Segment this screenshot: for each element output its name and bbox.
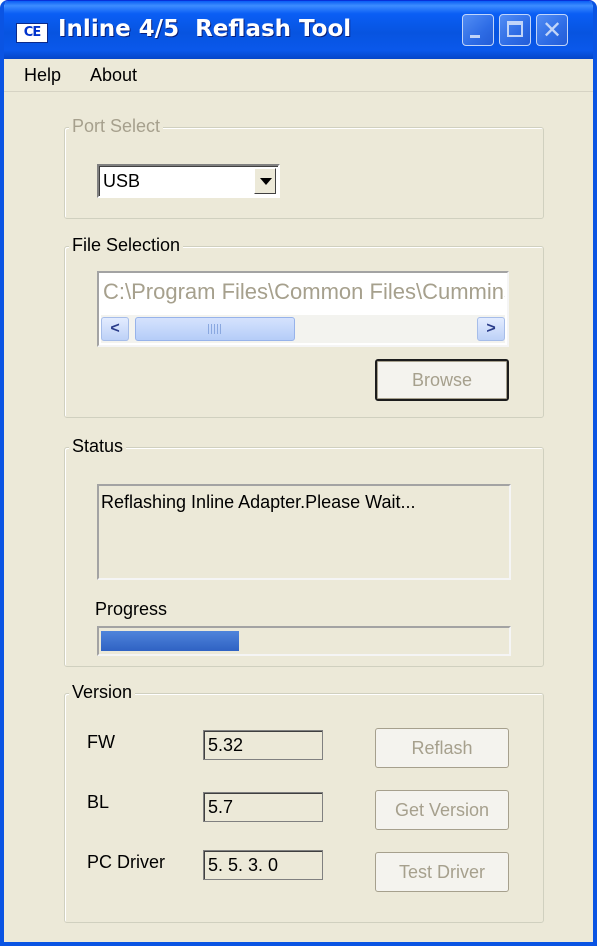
app-window: CE Inline 4/5 Reflash Tool ✕ Help About … — [0, 0, 597, 946]
menu-help[interactable]: Help — [24, 65, 61, 86]
horizontal-scrollbar[interactable]: < > — [101, 315, 505, 343]
minimize-button[interactable] — [462, 14, 494, 46]
status-message: Reflashing Inline Adapter.Please Wait... — [101, 492, 416, 512]
scroll-right-icon[interactable]: > — [477, 317, 505, 341]
port-select-group: Port Select USB — [64, 116, 544, 219]
progress-bar — [97, 626, 511, 656]
fw-value: 5.32 — [203, 730, 323, 760]
scroll-thumb[interactable] — [135, 317, 295, 341]
port-select-legend: Port Select — [69, 116, 164, 137]
dropdown-button[interactable] — [254, 168, 276, 194]
scroll-left-icon[interactable]: < — [101, 317, 129, 341]
status-message-box: Reflashing Inline Adapter.Please Wait... — [97, 484, 511, 580]
status-group: Status Reflashing Inline Adapter.Please … — [64, 436, 544, 667]
chevron-down-icon — [260, 178, 272, 185]
status-legend: Status — [69, 436, 127, 457]
grip-icon — [208, 324, 222, 334]
bl-value: 5.7 — [203, 792, 323, 822]
minimize-icon — [470, 35, 480, 38]
reflash-button[interactable]: Reflash — [375, 728, 509, 768]
close-icon: ✕ — [542, 16, 563, 44]
fw-label: FW — [87, 732, 115, 752]
maximize-icon — [507, 21, 523, 37]
title-bar[interactable]: CE Inline 4/5 Reflash Tool ✕ — [4, 1, 593, 59]
file-selection-legend: File Selection — [69, 235, 184, 256]
maximize-button[interactable] — [499, 14, 531, 46]
pc-driver-value: 5. 5. 3. 0 — [203, 850, 323, 880]
bl-label: BL — [87, 792, 110, 812]
browse-button[interactable]: Browse — [375, 359, 509, 401]
port-select-value: USB — [103, 171, 141, 191]
file-path-field[interactable]: C:\Program Files\Common Files\Cummins < … — [97, 271, 509, 347]
pc-driver-label: PC Driver — [87, 852, 166, 872]
test-driver-button[interactable]: Test Driver — [375, 852, 509, 892]
close-button[interactable]: ✕ — [536, 14, 568, 46]
file-selection-group: File Selection C:\Program Files\Common F… — [64, 235, 544, 418]
window-title: Inline 4/5 Reflash Tool — [58, 16, 352, 42]
port-select-dropdown[interactable]: USB — [97, 164, 280, 198]
menu-about[interactable]: About — [90, 65, 137, 86]
app-icon: CE — [16, 23, 48, 43]
version-legend: Version — [69, 682, 136, 703]
get-version-button[interactable]: Get Version — [375, 790, 509, 830]
progress-label: Progress — [95, 599, 168, 619]
version-group: Version FW 5.32 BL 5.7 PC Driver 5. 5. 3… — [64, 682, 544, 923]
menu-bar: Help About — [4, 59, 593, 92]
progress-fill — [101, 631, 239, 651]
file-path-text: C:\Program Files\Common Files\Cummins — [103, 279, 505, 304]
